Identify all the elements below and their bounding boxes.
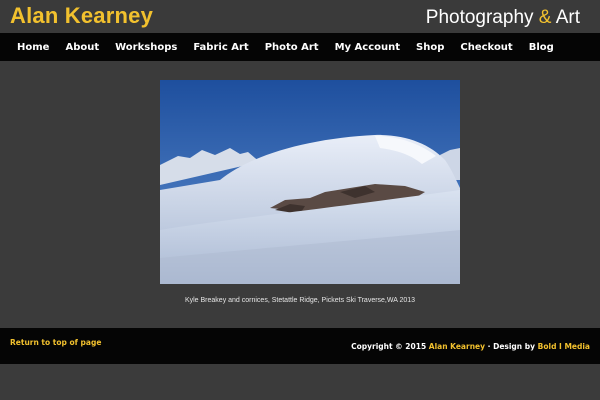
site-header: Alan Kearney Photography & Art — [0, 0, 600, 33]
site-tagline: Photography & Art — [426, 7, 580, 29]
nav-item-fabric-art[interactable]: Fabric Art — [185, 42, 256, 53]
copyright-name-link[interactable]: Alan Kearney — [429, 342, 485, 351]
return-to-top-link[interactable]: Return to top of page — [10, 338, 101, 347]
snow-ridge-photo — [160, 80, 460, 284]
copyright-notice: Copyright © 2015 Alan Kearney · Design b… — [351, 342, 590, 351]
nav-item-photo-art[interactable]: Photo Art — [257, 42, 327, 53]
copyright-prefix: Copyright © 2015 — [351, 342, 429, 351]
site-title-link[interactable]: Alan Kearney — [10, 3, 153, 29]
nav-item-checkout[interactable]: Checkout — [452, 42, 520, 53]
nav-item-blog[interactable]: Blog — [521, 42, 562, 53]
nav-item-shop[interactable]: Shop — [408, 42, 452, 53]
tagline-photography: Photography — [425, 7, 534, 28]
featured-photo[interactable] — [160, 80, 460, 284]
designer-link[interactable]: Bold I Media — [538, 342, 590, 351]
tagline-art: Art — [555, 7, 580, 28]
tagline-ampersand: & — [538, 7, 552, 28]
main-content: Kyle Breakey and cornices, Stetattle Rid… — [0, 61, 600, 328]
copyright-mid: · Design by — [485, 342, 538, 351]
nav-item-about[interactable]: About — [57, 42, 107, 53]
nav-item-workshops[interactable]: Workshops — [107, 42, 185, 53]
site-footer: Return to top of page Copyright © 2015 A… — [0, 328, 600, 364]
main-navigation: Home About Workshops Fabric Art Photo Ar… — [0, 33, 600, 61]
nav-item-home[interactable]: Home — [0, 42, 57, 53]
nav-item-my-account[interactable]: My Account — [327, 42, 408, 53]
photo-caption: Kyle Breakey and cornices, Stetattle Rid… — [184, 297, 416, 304]
page-bottom — [0, 364, 600, 400]
